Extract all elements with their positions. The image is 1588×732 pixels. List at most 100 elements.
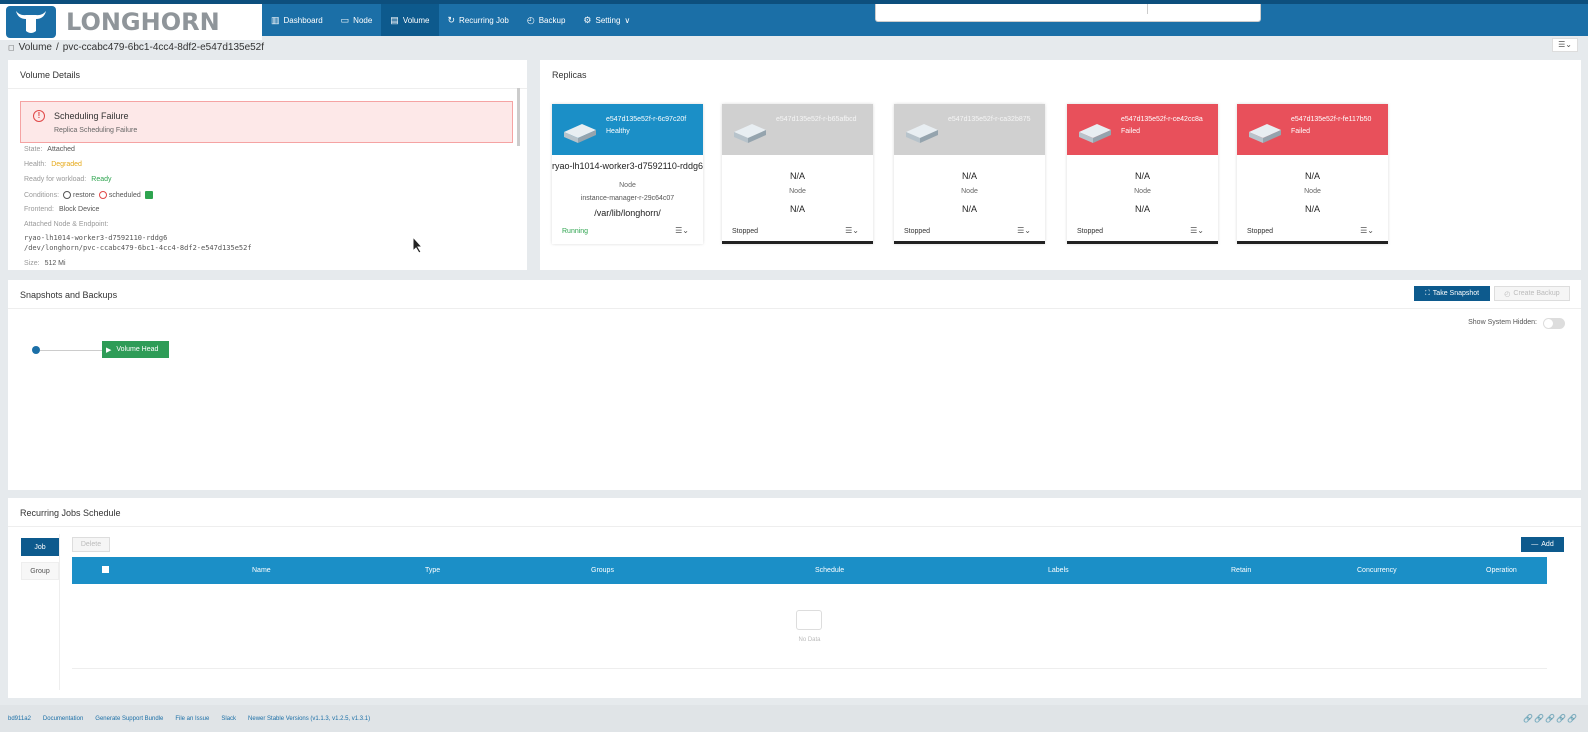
- divider: [59, 534, 60, 690]
- show-hidden-toggle[interactable]: [1543, 318, 1565, 329]
- replica-status: Failed: [1291, 128, 1311, 135]
- popup-divider: [1147, 4, 1148, 14]
- conditions-row: Conditions: restore scheduled: [24, 191, 155, 199]
- replica-state: Stopped: [732, 228, 759, 235]
- column-header[interactable]: Labels: [1048, 567, 1069, 574]
- snapshot-icon: ⛶: [1424, 289, 1430, 297]
- replica-card[interactable]: e547d135e52f-r-b65afbcd N/A Node N/A Sto…: [722, 104, 873, 244]
- alert-icon: !: [33, 110, 45, 122]
- show-hidden-label: Show System Hidden:: [1468, 319, 1537, 326]
- replica-node-label: Node: [961, 188, 978, 195]
- replica-node-label: Node: [789, 188, 806, 195]
- replica-name: e547d135e52f-r-fe117b50: [1291, 116, 1372, 123]
- recurring-icon: ↻: [447, 14, 456, 25]
- alert-title: Scheduling Failure: [54, 111, 129, 121]
- replica-menu-button[interactable]: ☰⌄: [845, 226, 859, 235]
- brand-logo[interactable]: LONGHORN: [0, 4, 262, 40]
- divider: [8, 526, 1581, 527]
- replica-instance-manager: instance-manager-r-29c64c07: [580, 195, 675, 202]
- scrollbar[interactable]: [517, 88, 520, 146]
- tab-job[interactable]: Job: [21, 538, 59, 556]
- snapshots-panel: Snapshots and Backups ⛶ Take Snapshot ◴ Cr…: [8, 280, 1581, 490]
- tab-group[interactable]: Group: [21, 562, 59, 580]
- size-value: 512 Mi: [44, 260, 66, 267]
- create-backup-button[interactable]: ◴ Create Backup: [1494, 286, 1570, 301]
- replica-status: Failed: [1121, 128, 1141, 135]
- attached-label: Attached Node & Endpoint:: [24, 221, 109, 228]
- replica-node-label: Node: [1304, 188, 1321, 195]
- breadcrumb-root[interactable]: Volume: [19, 42, 52, 53]
- recurring-jobs-panel: Recurring Jobs Schedule Job Group Delete…: [8, 498, 1581, 698]
- node-icon: ▭: [340, 14, 350, 25]
- replica-card[interactable]: e547d135e52f-r-ca32b875 N/A Node N/A Sto…: [894, 104, 1045, 244]
- replica-name: e547d135e52f-r-b65afbcd: [776, 116, 857, 123]
- column-header[interactable]: Retain: [1231, 567, 1251, 574]
- chevron-down-icon: ∨: [624, 15, 631, 25]
- column-header[interactable]: Operation: [1486, 567, 1517, 574]
- disk-icon: [906, 124, 938, 143]
- footer-version-link[interactable]: bd911a2: [8, 716, 31, 722]
- column-header[interactable]: Schedule: [815, 567, 844, 574]
- replica-header: e547d135e52f-r-ca32b875: [894, 104, 1045, 155]
- nav-recurring-job[interactable]: ↻ Recurring Job: [439, 4, 518, 36]
- footer-slack-link[interactable]: Slack: [221, 716, 236, 722]
- size-row: Size: 512 Mi: [24, 260, 66, 267]
- column-header[interactable]: Concurrency: [1357, 567, 1397, 574]
- take-snapshot-button[interactable]: ⛶ Take Snapshot: [1414, 286, 1490, 301]
- add-button[interactable]: — Add: [1521, 537, 1564, 552]
- replica-menu-button[interactable]: ☰⌄: [1360, 226, 1374, 235]
- column-header[interactable]: Name: [252, 567, 271, 574]
- table-header: Name Type Groups Schedule Labels Retain …: [72, 557, 1547, 584]
- backup-icon: ◴: [1504, 290, 1511, 298]
- replica-menu-button[interactable]: ☰⌄: [1190, 226, 1204, 235]
- replica-bar: [1067, 241, 1218, 244]
- divider: [8, 308, 1581, 309]
- replica-path: N/A: [1304, 204, 1320, 214]
- plus-icon: —: [1531, 541, 1539, 548]
- replicas-panel: Replicas e547d135e52f-r-6c97c20f Healthy…: [540, 60, 1581, 270]
- footer-documentation-link[interactable]: Documentation: [43, 716, 83, 722]
- nav-setting[interactable]: ⚙ Setting ∨: [574, 4, 639, 36]
- footer-support-bundle-link[interactable]: Generate Support Bundle: [95, 716, 163, 722]
- footer-file-issue-link[interactable]: File an Issue: [175, 716, 209, 722]
- replica-state: Stopped: [1247, 228, 1274, 235]
- select-all-checkbox[interactable]: [102, 566, 109, 573]
- nav-dashboard[interactable]: ▥ Dashboard: [262, 4, 332, 36]
- health-value: Degraded: [51, 161, 82, 168]
- replica-header: e547d135e52f-r-6c97c20f Healthy: [552, 104, 703, 155]
- panel-title: Snapshots and Backups: [20, 290, 118, 300]
- volume-head-node[interactable]: ▶ Volume Head: [102, 341, 169, 358]
- disk-icon: [564, 124, 596, 143]
- delete-button[interactable]: Delete: [72, 537, 110, 552]
- column-header[interactable]: Type: [425, 567, 440, 574]
- panel-title: Recurring Jobs Schedule: [20, 508, 121, 518]
- breadcrumb: ◻ Volume / pvc-ccabc479-6bc1-4cc4-8df2-e…: [8, 42, 264, 53]
- replica-node: N/A: [961, 171, 977, 181]
- nav-backup[interactable]: ◴ Backup: [518, 4, 575, 36]
- column-header[interactable]: Groups: [591, 567, 614, 574]
- inbox-empty-icon: [796, 610, 822, 630]
- state-value: Attached: [47, 146, 75, 153]
- ready-row: Ready for workload: Ready: [24, 176, 112, 183]
- nav-volume[interactable]: ▤ Volume: [381, 4, 439, 36]
- check-circle-icon: [63, 191, 72, 199]
- panel-title: Volume Details: [20, 70, 81, 80]
- replica-path: N/A: [961, 204, 977, 214]
- page-menu-button[interactable]: ☰⌄: [1552, 38, 1578, 52]
- replica-menu-button[interactable]: ☰⌄: [1017, 226, 1031, 235]
- replica-card[interactable]: e547d135e52f-r-6c97c20f Healthy ryao-lh1…: [552, 104, 703, 244]
- replica-card[interactable]: e547d135e52f-r-ce42cc8a Failed N/A Node …: [1067, 104, 1218, 244]
- health-row: Health: Degraded: [24, 161, 82, 168]
- replica-node: ryao-lh1014-worker3-d7592110-rddg6: [552, 161, 703, 171]
- snapshot-root-dot: [32, 346, 40, 354]
- replica-menu-button[interactable]: ☰⌄: [675, 226, 689, 235]
- nav-node[interactable]: ▭ Node: [332, 4, 382, 36]
- footer-versions-link[interactable]: Newer Stable Versions (v1.1.3, v1.2.5, v…: [248, 716, 370, 722]
- warning-circle-icon: [98, 191, 107, 199]
- replica-card[interactable]: e547d135e52f-r-fe117b50 Failed N/A Node …: [1237, 104, 1388, 244]
- replica-status: Healthy: [606, 128, 630, 135]
- replica-path: N/A: [789, 204, 805, 214]
- volume-icon: ◻: [8, 43, 15, 52]
- replica-name: e547d135e52f-r-ce42cc8a: [1121, 116, 1203, 123]
- footer: bd911a2 Documentation Generate Support B…: [0, 705, 1588, 732]
